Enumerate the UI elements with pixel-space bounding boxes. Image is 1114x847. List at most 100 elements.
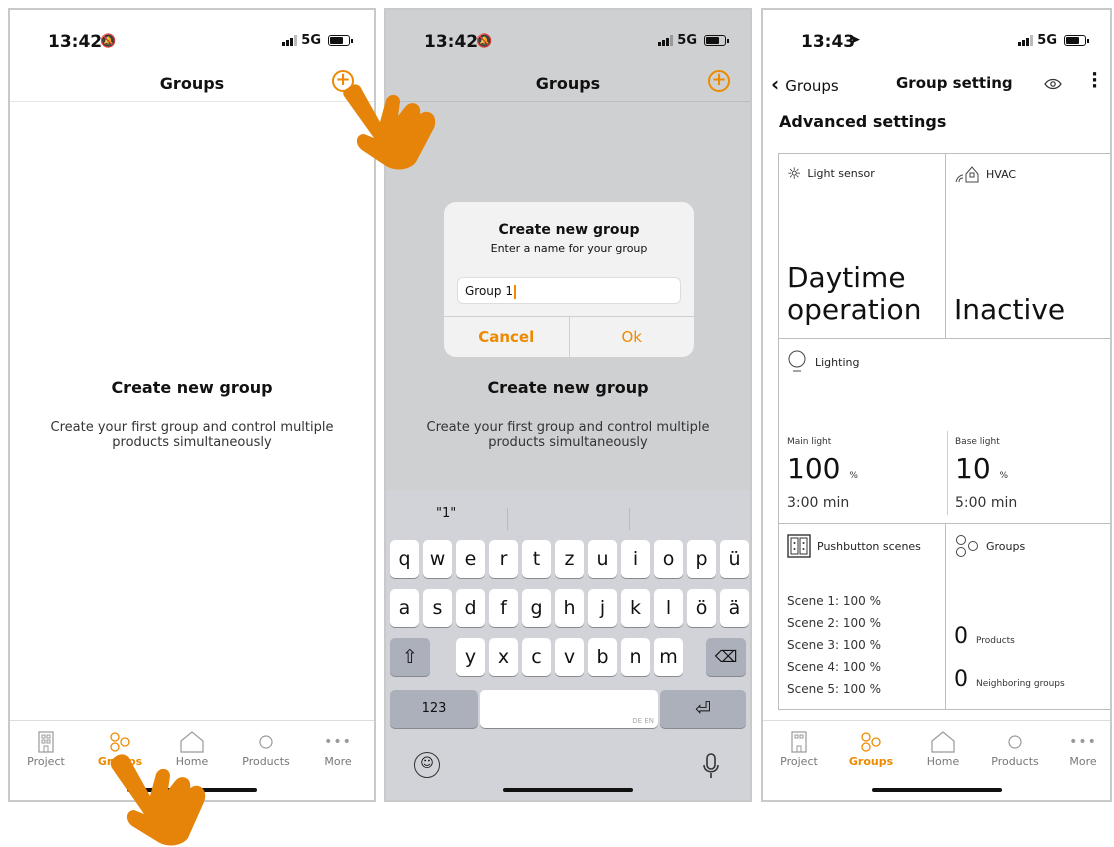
network-label: 5G (677, 33, 697, 48)
key-i[interactable]: i (621, 540, 650, 578)
groups-card[interactable]: Groups 0 Products 0 Neighboring groups (945, 523, 1110, 710)
empty-state-text: Create your first group and control mult… (426, 420, 710, 450)
light-sensor-card[interactable]: ☼ Light sensor Daytime operation (778, 153, 946, 339)
page-title: Groups (535, 74, 601, 93)
tab-label: More (324, 755, 352, 768)
tab-label: Products (991, 755, 1039, 768)
key-y[interactable]: y (456, 638, 485, 676)
scene-item: Scene 1: 100 % (787, 594, 882, 608)
key-m[interactable]: m (654, 638, 683, 676)
tab-project[interactable]: Project (769, 729, 829, 768)
key-z[interactable]: z (555, 540, 584, 578)
tab-products[interactable]: Products (985, 729, 1045, 768)
tab-more[interactable]: ••• More (1053, 729, 1110, 768)
key-a[interactable]: a (390, 589, 419, 627)
key-c[interactable]: c (522, 638, 551, 676)
card-label: Lighting (815, 355, 860, 369)
bulb-icon (788, 350, 806, 372)
key-k[interactable]: k (621, 589, 650, 627)
home-indicator (871, 788, 1002, 792)
space-key[interactable]: DE EN (480, 690, 658, 728)
key-u[interactable]: u (588, 540, 617, 578)
base-light-value-row: 10 % (955, 453, 1008, 492)
key-ü[interactable]: ü (720, 540, 749, 578)
mute-icon: 🔕 (100, 34, 117, 49)
key-h[interactable]: h (555, 589, 584, 627)
add-group-button[interactable]: + (708, 70, 730, 92)
group-name-input[interactable]: Group 1 (457, 277, 681, 304)
signal-icon (282, 35, 298, 46)
pushbutton-scenes-card[interactable]: Pushbutton scenes Scene 1: 100 % Scene 2… (778, 523, 946, 710)
products-count-row: 0 Products (954, 624, 1015, 649)
battery-icon (1064, 35, 1089, 46)
card-label: HVAC (986, 167, 1017, 181)
tab-home[interactable]: Home (913, 729, 973, 768)
cancel-button[interactable]: Cancel (444, 317, 570, 357)
key-j[interactable]: j (588, 589, 617, 627)
key-r[interactable]: r (489, 540, 518, 578)
key-e[interactable]: e (456, 540, 485, 578)
base-light-time: 5:00 min (955, 495, 1018, 511)
card-label: Pushbutton scenes (817, 539, 921, 553)
microphone-icon[interactable] (702, 752, 720, 780)
dialog-subtitle: Enter a name for your group (490, 242, 648, 255)
building-icon (16, 729, 76, 755)
key-v[interactable]: v (555, 638, 584, 676)
delete-key[interactable]: ⌫ (706, 638, 746, 676)
shift-key[interactable]: ⇧ (390, 638, 430, 676)
lighting-card[interactable]: Lighting Main light 100 % 3:00 min Base … (778, 338, 1110, 524)
groups-icon (841, 729, 901, 755)
tab-label: More (1069, 755, 1097, 768)
status-right: 5G (282, 33, 353, 48)
return-key[interactable]: ⏎ (660, 690, 746, 728)
ok-button[interactable]: Ok (570, 317, 695, 357)
tap-hand-icon (110, 754, 206, 846)
key-b[interactable]: b (588, 638, 617, 676)
hvac-card[interactable]: HVAC Inactive (945, 153, 1110, 339)
key-g[interactable]: g (522, 589, 551, 627)
nav-bar: Groups + (386, 66, 750, 102)
battery-icon (704, 35, 729, 46)
key-x[interactable]: x (489, 638, 518, 676)
main-light-time: 3:00 min (787, 495, 850, 511)
location-icon: ➤ (849, 32, 861, 48)
battery-icon (328, 35, 353, 46)
emoji-key[interactable]: ☺ (414, 752, 440, 778)
card-label: Groups (986, 539, 1026, 553)
more-menu-button[interactable]: · · · (1091, 66, 1098, 96)
group-name-value: Group 1 (465, 284, 513, 298)
back-button[interactable]: ‹ Groups (771, 72, 839, 96)
key-q[interactable]: q (390, 540, 419, 578)
products-icon (236, 729, 296, 755)
tab-groups[interactable]: Groups (841, 729, 901, 768)
eye-icon[interactable] (1044, 78, 1062, 90)
key-ö[interactable]: ö (687, 589, 716, 627)
suggestion-item[interactable]: "1" (436, 506, 456, 521)
language-hint: DE EN (632, 717, 654, 725)
key-o[interactable]: o (654, 540, 683, 578)
empty-state-title: Create new group (487, 378, 649, 397)
home-indicator (503, 788, 633, 792)
network-label: 5G (1037, 33, 1057, 48)
key-t[interactable]: t (522, 540, 551, 578)
key-ä[interactable]: ä (720, 589, 749, 627)
key-d[interactable]: d (456, 589, 485, 627)
key-l[interactable]: l (654, 589, 683, 627)
key-s[interactable]: s (423, 589, 452, 627)
tab-project[interactable]: Project (16, 729, 76, 768)
numbers-key[interactable]: 123 (390, 690, 478, 728)
products-icon (985, 729, 1045, 755)
key-n[interactable]: n (621, 638, 650, 676)
tab-bar: Project Groups Home Products ••• More (763, 720, 1110, 800)
key-w[interactable]: w (423, 540, 452, 578)
pushbutton-icon (787, 534, 811, 558)
base-light-label: Base light (955, 437, 1000, 447)
tab-products[interactable]: Products (236, 729, 296, 768)
key-f[interactable]: f (489, 589, 518, 627)
tab-label: Project (780, 755, 818, 768)
nav-bar: Groups + (10, 66, 374, 102)
status-time: 13:42 (424, 32, 479, 52)
tab-more[interactable]: ••• More (308, 729, 368, 768)
key-p[interactable]: p (687, 540, 716, 578)
back-label: Groups (785, 77, 839, 95)
